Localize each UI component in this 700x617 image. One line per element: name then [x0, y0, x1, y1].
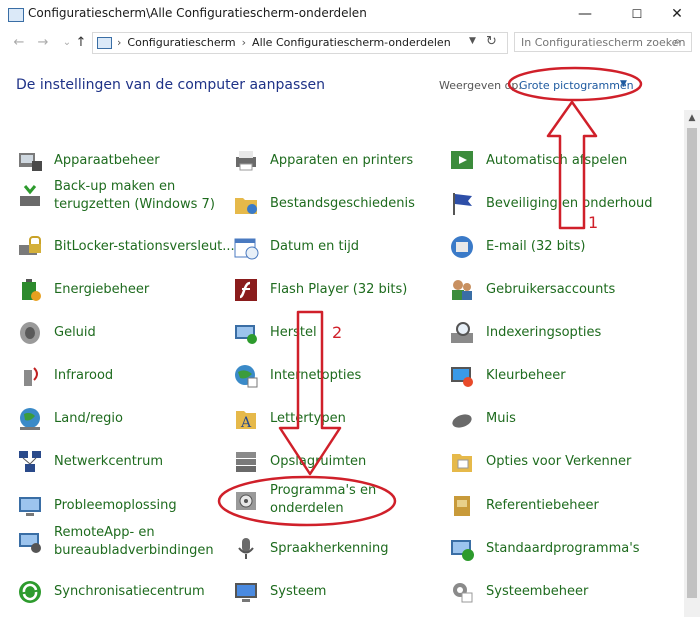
item-energiebeheer[interactable]: Energiebeheer — [16, 272, 216, 312]
calendar-clock-icon — [234, 238, 259, 260]
item-probleemoplossing[interactable]: Probleemoplossing — [16, 488, 216, 528]
credential-icon — [454, 496, 470, 516]
item-land-regio[interactable]: Land/regio — [16, 401, 216, 441]
flag-icon — [453, 193, 472, 215]
system-icon — [235, 583, 257, 602]
item-synchronisatiecentrum[interactable]: Synchronisatiecentrum — [16, 574, 216, 614]
item-back-up[interactable]: Back-up maken en terugzetten (Windows 7) — [16, 178, 216, 218]
control-panel-icon — [8, 8, 24, 22]
annotation-number-1: 1 — [588, 213, 599, 232]
item-infrarood[interactable]: Infrarood — [16, 358, 216, 398]
network-icon — [19, 451, 41, 472]
item-systeem[interactable]: Systeem — [232, 574, 432, 614]
vertical-scrollbar[interactable]: ▲ — [684, 110, 700, 617]
refresh-icon[interactable]: ↻ — [486, 34, 497, 49]
item-apparaten-en-printers[interactable]: Apparaten en printers — [232, 143, 432, 183]
sync-icon — [19, 581, 41, 603]
backup-icon — [20, 185, 40, 206]
address-dropdown-icon[interactable]: ▼ — [469, 36, 476, 46]
programs-icon — [236, 492, 256, 510]
back-arrow-icon[interactable]: ← — [10, 34, 28, 52]
minimize-button[interactable]: — — [562, 0, 608, 30]
forward-arrow-icon[interactable]: → — [34, 34, 52, 52]
item-kleurbeheer[interactable]: Kleurbeheer — [448, 358, 648, 398]
breadcrumb-item[interactable]: Alle Configuratiescherm-onderdelen — [252, 36, 451, 49]
item-programmas-en-onderdelen[interactable]: Programma's en onderdelen — [232, 482, 432, 522]
battery-icon — [22, 279, 41, 301]
item-opslagruimten[interactable]: Opslagruimten — [232, 444, 432, 484]
speaker-icon — [20, 322, 40, 344]
folder-options-icon — [452, 454, 472, 472]
search-icon[interactable]: ⌕ — [674, 34, 681, 49]
color-icon — [451, 367, 473, 387]
item-apparaatbeheer[interactable]: Apparaatbeheer — [16, 143, 216, 183]
troubleshoot-icon — [19, 497, 41, 516]
scroll-up-icon[interactable]: ▲ — [684, 110, 700, 126]
item-netwerkcentrum[interactable]: Netwerkcentrum — [16, 444, 216, 484]
mouse-icon — [452, 414, 472, 428]
device-manager-icon — [19, 153, 42, 171]
navigation-bar: ← → ⌄ ↑ › Configuratiescherm › Alle Configu… — [0, 30, 700, 56]
item-muis[interactable]: Muis — [448, 401, 648, 441]
item-remoteapp[interactable]: RemoteApp- en bureaubladverbindingen — [16, 524, 216, 564]
autoplay-icon — [451, 151, 473, 169]
font-icon: A — [236, 411, 256, 431]
microphone-icon — [238, 538, 254, 559]
breadcrumb-item[interactable]: Configuratiescherm — [127, 36, 235, 49]
item-lettertypen[interactable]: A Lettertypen — [232, 401, 432, 441]
view-by-label: Weergeven op: — [439, 79, 523, 92]
search-input[interactable] — [514, 32, 692, 52]
index-icon — [451, 322, 473, 343]
item-internetopties[interactable]: Internetopties — [232, 358, 432, 398]
storage-icon — [236, 452, 256, 472]
up-arrow-icon[interactable]: ↑ — [72, 34, 90, 52]
file-history-icon — [235, 198, 257, 214]
admin-tools-icon — [453, 583, 473, 603]
address-bar[interactable]: › Configuratiescherm › Alle Configuratiesch… — [92, 32, 508, 54]
chevron-down-icon[interactable]: ▼ — [620, 79, 627, 89]
item-beveiliging-en-onderhoud[interactable]: Beveiliging en onderhoud — [448, 186, 653, 226]
item-opties-voor-verkenner[interactable]: Opties voor Verkenner — [448, 444, 648, 484]
item-geluid[interactable]: Geluid — [16, 315, 216, 355]
item-automatisch-afspelen[interactable]: Automatisch afspelen — [448, 143, 648, 183]
item-referentiebeheer[interactable]: Referentiebeheer — [448, 488, 648, 528]
mail-icon — [451, 236, 473, 258]
infrared-icon — [24, 367, 38, 386]
view-by-dropdown[interactable]: Grote pictogrammen — [519, 79, 634, 92]
users-icon — [452, 280, 472, 300]
item-datum-en-tijd[interactable]: Datum en tijd — [232, 229, 432, 269]
item-bitlocker[interactable]: BitLocker-stationsversleut... — [16, 229, 235, 269]
control-panel-icon — [97, 37, 112, 49]
recovery-icon — [235, 325, 257, 344]
default-programs-icon — [451, 540, 474, 561]
title-bar: Configuratiescherm\Alle Configuratiesche… — [0, 0, 700, 31]
page-title: De instellingen van de computer aanpasse… — [16, 77, 326, 93]
region-icon — [20, 408, 40, 430]
item-flash-player[interactable]: Flash Player (32 bits) — [232, 272, 432, 312]
close-button[interactable]: ✕ — [654, 0, 700, 30]
scroll-thumb[interactable] — [687, 128, 697, 598]
item-bestandsgeschiedenis[interactable]: Bestandsgeschiedenis — [232, 186, 432, 226]
globe-icon — [235, 365, 258, 388]
bitlocker-icon — [19, 236, 41, 255]
printer-icon — [236, 151, 256, 171]
flash-icon — [235, 279, 257, 301]
remote-icon — [19, 533, 41, 553]
window-title: Configuratiescherm\Alle Configuratiesche… — [28, 6, 367, 20]
item-standaardprogrammas[interactable]: Standaardprogramma's — [448, 531, 648, 571]
item-systeembeheer[interactable]: Systeembeheer — [448, 574, 648, 614]
annotation-number-2: 2 — [332, 323, 343, 342]
svg-text:A: A — [240, 415, 252, 431]
item-e-mail[interactable]: E-mail (32 bits) — [448, 229, 648, 269]
item-gebruikersaccounts[interactable]: Gebruikersaccounts — [448, 272, 648, 312]
item-spraakherkenning[interactable]: Spraakherkenning — [232, 531, 432, 571]
breadcrumb: › Configuratiescherm › Alle Configuratiesch… — [117, 36, 451, 49]
item-indexeringsopties[interactable]: Indexeringsopties — [448, 315, 648, 355]
